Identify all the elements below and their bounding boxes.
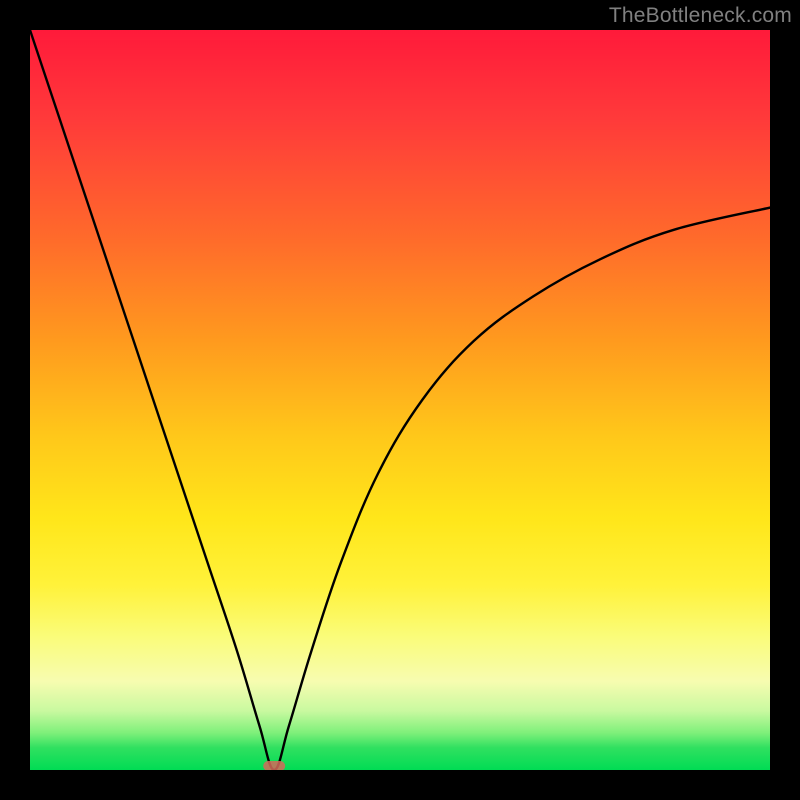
plot-area (30, 30, 770, 770)
minimum-marker (263, 761, 285, 770)
watermark-text: TheBottleneck.com (609, 4, 792, 28)
chart-frame: TheBottleneck.com (0, 0, 800, 800)
curve-layer (30, 30, 770, 770)
bottleneck-curve (30, 30, 770, 770)
